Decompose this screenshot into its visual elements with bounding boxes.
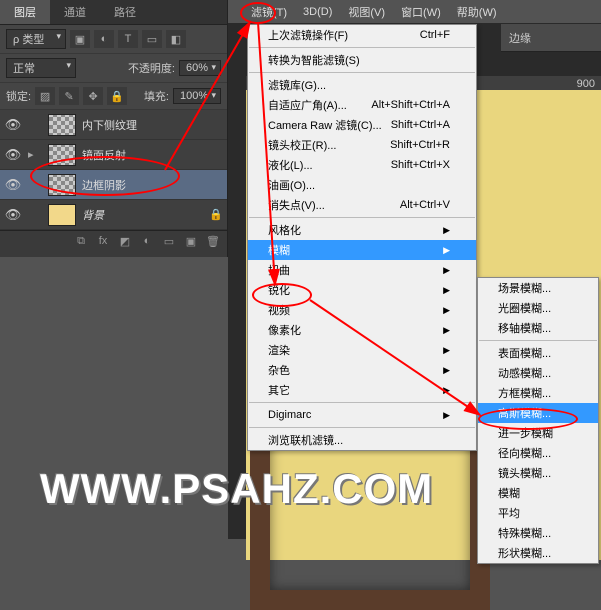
filter-adjust-icon[interactable]: ◐ — [94, 30, 114, 48]
visibility-icon[interactable]: 👁 — [4, 117, 22, 133]
filter-type-icon[interactable]: T — [118, 30, 138, 48]
layer-row[interactable]: 👁 内下侧纹理 — [0, 110, 227, 140]
adjustment-icon[interactable]: ◐ — [137, 235, 157, 253]
options-bar: 边缘 — [501, 24, 601, 52]
chevron-right-icon: ▶ — [443, 345, 450, 356]
mi-stylize[interactable]: 风格化▶ — [248, 220, 476, 240]
mi-oil[interactable]: 油画(O)... — [248, 175, 476, 195]
mi-last-filter[interactable]: 上次滤镜操作(F)Ctrl+F — [248, 25, 476, 45]
visibility-icon[interactable]: 👁 — [4, 207, 22, 223]
annotation-ellipse-layer — [30, 156, 180, 196]
layers-panel: 图层 通道 路径 ρ 类型 ▣ ◐ T ▭ ◧ 正常 不透明度: 60% 锁定:… — [0, 0, 228, 257]
delete-icon[interactable]: 🗑 — [203, 235, 223, 253]
mi-motion-blur[interactable]: 动感模糊... — [478, 363, 598, 383]
mi-box-blur[interactable]: 方框模糊... — [478, 383, 598, 403]
new-layer-icon[interactable]: ▣ — [181, 235, 201, 253]
mi-field-blur[interactable]: 场景模糊... — [478, 278, 598, 298]
filter-menu: 上次滤镜操作(F)Ctrl+F 转换为智能滤镜(S) 滤镜库(G)... 自适应… — [247, 24, 477, 451]
fx-icon[interactable]: fx — [93, 235, 113, 253]
mask-icon[interactable]: ◩ — [115, 235, 135, 253]
chevron-right-icon: ▶ — [443, 305, 450, 316]
mi-smart[interactable]: 转换为智能滤镜(S) — [248, 50, 476, 70]
filter-shape-icon[interactable]: ▭ — [142, 30, 162, 48]
mi-render[interactable]: 渲染▶ — [248, 340, 476, 360]
fill-label: 填充: — [144, 88, 169, 104]
layer-name[interactable]: 背景 — [82, 207, 104, 223]
lock-transparency-icon[interactable]: ▨ — [35, 87, 55, 105]
mi-blur[interactable]: 模糊▶ — [248, 240, 476, 260]
lock-icon: 🔒 — [209, 208, 223, 221]
tab-channels[interactable]: 通道 — [50, 0, 100, 24]
mi-special-blur[interactable]: 特殊模糊... — [478, 523, 598, 543]
mi-online[interactable]: 浏览联机滤镜... — [248, 430, 476, 450]
chevron-right-icon: ▶ — [443, 410, 450, 421]
expand-icon[interactable]: ▸ — [28, 148, 42, 161]
visibility-icon[interactable]: 👁 — [4, 177, 22, 193]
chevron-right-icon: ▶ — [443, 385, 450, 396]
fill-value[interactable]: 100% — [173, 88, 221, 104]
mi-tilt-blur[interactable]: 移轴模糊... — [478, 318, 598, 338]
mi-iris-blur[interactable]: 光圈模糊... — [478, 298, 598, 318]
mi-radial-blur[interactable]: 径向模糊... — [478, 443, 598, 463]
lock-all-icon[interactable]: 🔒 — [107, 87, 127, 105]
chevron-right-icon: ▶ — [443, 365, 450, 376]
link-layers-icon[interactable]: ⧉ — [71, 235, 91, 253]
annotation-ellipse-blur — [252, 283, 312, 307]
mi-vanish[interactable]: 消失点(V)...Alt+Ctrl+V — [248, 195, 476, 215]
menu-3d[interactable]: 3D(D) — [297, 3, 338, 21]
mi-pixelate[interactable]: 像素化▶ — [248, 320, 476, 340]
filter-smart-icon[interactable]: ◧ — [166, 30, 186, 48]
ruler-tick: 900 — [577, 78, 595, 90]
edge-label: 边缘 — [509, 30, 531, 46]
blend-mode[interactable]: 正常 — [6, 58, 76, 78]
mi-blur[interactable]: 模糊 — [478, 483, 598, 503]
mi-digimarc[interactable]: Digimarc▶ — [248, 405, 476, 425]
annotation-ellipse-gauss — [478, 408, 578, 430]
chevron-right-icon: ▶ — [443, 285, 450, 296]
tab-paths[interactable]: 路径 — [100, 0, 150, 24]
layer-thumb — [48, 204, 76, 226]
annotation-ellipse-filter — [240, 2, 276, 24]
chevron-right-icon: ▶ — [443, 225, 450, 236]
layer-filter-kind[interactable]: ρ 类型 — [6, 29, 66, 49]
mi-other[interactable]: 其它▶ — [248, 380, 476, 400]
opacity-value[interactable]: 60% — [179, 60, 221, 76]
lock-label: 锁定: — [6, 88, 31, 104]
chevron-right-icon: ▶ — [443, 265, 450, 276]
mi-cameraraw[interactable]: Camera Raw 滤镜(C)...Shift+Ctrl+A — [248, 115, 476, 135]
mi-adaptive[interactable]: 自适应广角(A)...Alt+Shift+Ctrl+A — [248, 95, 476, 115]
layer-name[interactable]: 内下侧纹理 — [82, 117, 137, 133]
mi-liquify[interactable]: 液化(L)...Shift+Ctrl+X — [248, 155, 476, 175]
mi-lens-blur[interactable]: 镜头模糊... — [478, 463, 598, 483]
mi-noise[interactable]: 杂色▶ — [248, 360, 476, 380]
lock-pixels-icon[interactable]: ✎ — [59, 87, 79, 105]
mi-lens[interactable]: 镜头校正(R)...Shift+Ctrl+R — [248, 135, 476, 155]
filter-pixel-icon[interactable]: ▣ — [70, 30, 90, 48]
mi-gallery[interactable]: 滤镜库(G)... — [248, 75, 476, 95]
watermark: WWW.PSAHZ.COM — [40, 465, 433, 513]
menu-view[interactable]: 视图(V) — [342, 1, 391, 23]
opacity-label: 不透明度: — [128, 60, 175, 76]
group-icon[interactable]: ▭ — [159, 235, 179, 253]
chevron-right-icon: ▶ — [443, 245, 450, 256]
mi-surface-blur[interactable]: 表面模糊... — [478, 343, 598, 363]
tab-layers[interactable]: 图层 — [0, 0, 50, 24]
menu-window[interactable]: 窗口(W) — [395, 1, 447, 23]
mi-shape-blur[interactable]: 形状模糊... — [478, 543, 598, 563]
chevron-right-icon: ▶ — [443, 325, 450, 336]
layer-row[interactable]: 👁 背景 🔒 — [0, 200, 227, 230]
mi-distort[interactable]: 扭曲▶ — [248, 260, 476, 280]
mi-average[interactable]: 平均 — [478, 503, 598, 523]
visibility-icon[interactable]: 👁 — [4, 147, 22, 163]
lock-position-icon[interactable]: ✥ — [83, 87, 103, 105]
menu-help[interactable]: 帮助(W) — [451, 1, 503, 23]
layer-thumb — [48, 114, 76, 136]
